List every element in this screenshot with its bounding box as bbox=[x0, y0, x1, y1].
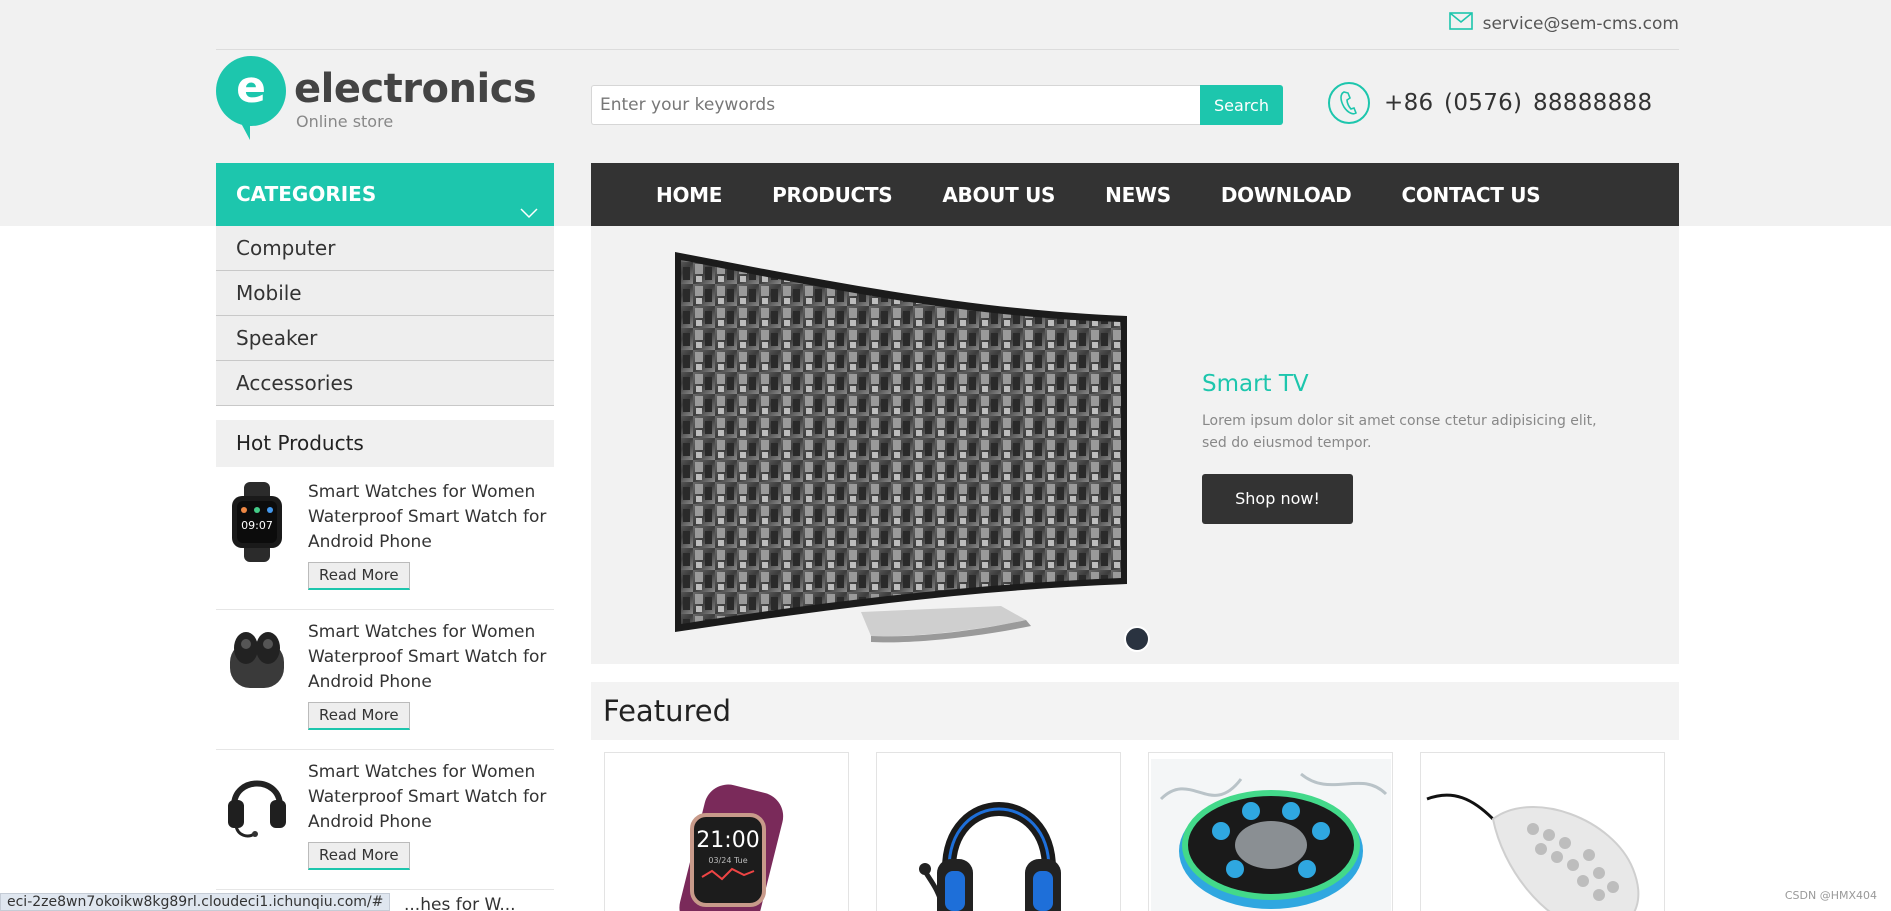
phone-contact: +86 (0576) 88888888 bbox=[1328, 82, 1652, 124]
phone-icon bbox=[1328, 82, 1370, 124]
logo-subtitle: Online store bbox=[296, 112, 394, 131]
logo-title: electronics bbox=[294, 66, 537, 112]
product-card-gaming-mouse[interactable] bbox=[1420, 752, 1665, 911]
svg-text:09:07: 09:07 bbox=[241, 519, 273, 532]
browser-status-url: eci-2ze8wn7okoikw8kg89rl.cloudeci1.ichun… bbox=[0, 893, 391, 911]
nav-item-contact-us[interactable]: CONTACT US bbox=[1401, 183, 1540, 207]
email-contact[interactable]: service@sem-cms.com bbox=[1448, 12, 1679, 35]
product-card-bluetooth-speaker[interactable] bbox=[1148, 752, 1393, 911]
product-card-gaming-headset[interactable] bbox=[876, 752, 1121, 911]
nav-item-products[interactable]: PRODUCTS bbox=[772, 183, 893, 207]
hot-products-list: 09:07 Smart Watches for Women Waterproof… bbox=[216, 470, 554, 890]
hot-product-title[interactable]: Smart Watches for Women Waterproof Smart… bbox=[308, 760, 554, 835]
search-button[interactable]: Search bbox=[1200, 85, 1283, 125]
category-item-computer[interactable]: Computer bbox=[216, 226, 554, 271]
logo-letter: e bbox=[216, 56, 286, 126]
category-item-speaker[interactable]: Speaker bbox=[216, 316, 554, 361]
categories-toggle[interactable]: CATEGORIES bbox=[216, 163, 554, 226]
hero-slider: Smart TV Lorem ipsum dolor sit amet cons… bbox=[591, 226, 1679, 664]
truncated-product-text: ...hes for W... bbox=[404, 895, 516, 911]
hot-product-title[interactable]: Smart Watches for Women Waterproof Smart… bbox=[308, 620, 554, 695]
watermark: CSDN @HMX404 bbox=[1784, 889, 1877, 902]
main-nav: HOME PRODUCTS ABOUT US NEWS DOWNLOAD CON… bbox=[591, 163, 1679, 226]
featured-heading: Featured bbox=[591, 682, 1679, 740]
nav-item-news[interactable]: NEWS bbox=[1105, 183, 1171, 207]
hot-product-title[interactable]: Smart Watches for Women Waterproof Smart… bbox=[308, 480, 554, 555]
read-more-button[interactable]: Read More bbox=[308, 842, 410, 870]
slide-title: Smart TV bbox=[1202, 371, 1309, 397]
featured-products: 21:00 03/24 Tue bbox=[604, 752, 1665, 911]
svg-text:03/24 Tue: 03/24 Tue bbox=[708, 856, 747, 865]
product-card-smartwatch[interactable]: 21:00 03/24 Tue bbox=[604, 752, 849, 911]
search-bar: Search bbox=[591, 85, 1283, 125]
nav-item-about-us[interactable]: ABOUT US bbox=[942, 183, 1055, 207]
categories-label: CATEGORIES bbox=[236, 182, 377, 206]
read-more-button[interactable]: Read More bbox=[308, 562, 410, 590]
shop-now-button[interactable]: Shop now! bbox=[1202, 474, 1353, 524]
category-item-mobile[interactable]: Mobile bbox=[216, 271, 554, 316]
slider-pagination-dot[interactable] bbox=[1124, 626, 1150, 652]
category-list: Computer Mobile Speaker Accessories bbox=[216, 226, 554, 406]
email-text[interactable]: service@sem-cms.com bbox=[1483, 14, 1679, 34]
hot-products-heading: Hot Products bbox=[216, 420, 554, 467]
slide-description: Lorem ipsum dolor sit amet conse ctetur … bbox=[1202, 413, 1597, 451]
site-logo[interactable]: e electronics Online store bbox=[216, 56, 537, 140]
phone-number: +86 (0576) 88888888 bbox=[1384, 90, 1653, 116]
nav-item-download[interactable]: DOWNLOAD bbox=[1221, 183, 1352, 207]
svg-text:21:00: 21:00 bbox=[696, 828, 759, 853]
hot-product-item: Smart Watches for Women Waterproof Smart… bbox=[216, 610, 554, 750]
search-input[interactable] bbox=[591, 85, 1200, 125]
category-item-accessories[interactable]: Accessories bbox=[216, 361, 554, 406]
smartwatch-icon[interactable]: 09:07 bbox=[222, 482, 292, 562]
top-contact-bar: service@sem-cms.com bbox=[216, 0, 1679, 50]
hot-product-item: Smart Watches for Women Waterproof Smart… bbox=[216, 750, 554, 890]
smart-tv-image bbox=[671, 240, 1151, 654]
nav-item-home[interactable]: HOME bbox=[656, 183, 722, 207]
earbuds-icon[interactable] bbox=[222, 622, 292, 702]
headphones-icon[interactable] bbox=[222, 762, 292, 842]
read-more-button[interactable]: Read More bbox=[308, 702, 410, 730]
hot-product-item: 09:07 Smart Watches for Women Waterproof… bbox=[216, 470, 554, 610]
mail-icon bbox=[1448, 12, 1473, 35]
